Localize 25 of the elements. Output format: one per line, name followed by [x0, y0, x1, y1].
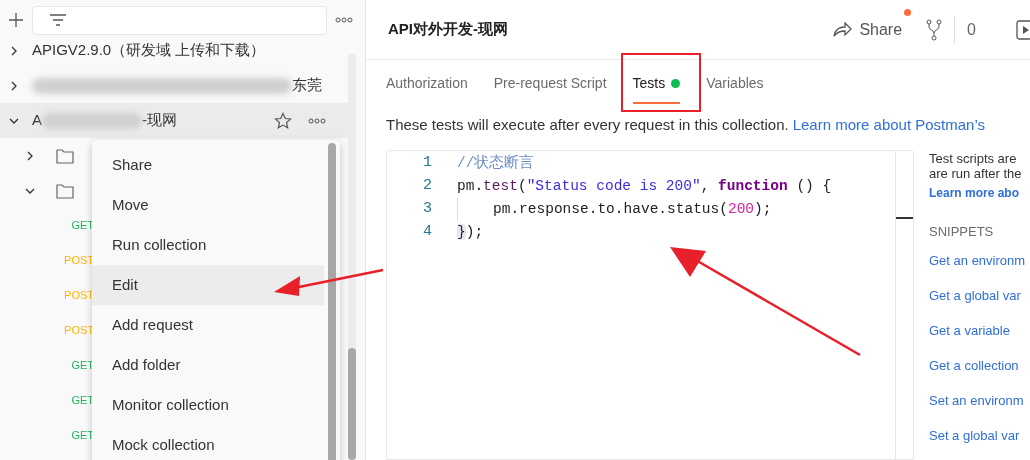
fork-count: 0 — [967, 19, 976, 40]
line-number: 3 — [422, 199, 432, 220]
line-number: 1 — [422, 153, 432, 174]
method-label: POST — [64, 288, 94, 304]
collection-title: API对外开发-现网 — [388, 19, 509, 40]
help-text: Test scripts are — [929, 151, 1018, 166]
snippets-heading: SNIPPETS — [929, 223, 995, 241]
code-line: //状态断言 — [457, 153, 535, 173]
collection-name: APIGV2.9.0（研发域 上传和下载） — [32, 40, 266, 61]
line-number: 4 — [422, 222, 432, 243]
line-number: 2 — [422, 176, 432, 197]
code-line: pm.test("Status code is 200", function () { — [457, 176, 832, 196]
collection-name: -现网 — [142, 110, 177, 131]
collection-name: 东莞 — [292, 75, 322, 96]
method-label: POST — [64, 253, 94, 269]
help-text: are run after the — [929, 166, 1023, 181]
method-label: GET — [71, 428, 94, 444]
code-line: }); — [457, 222, 484, 242]
collection-name: A — [32, 110, 42, 131]
method-label: GET — [71, 393, 94, 409]
method-label: POST — [64, 323, 94, 339]
code-line: pm.response.to.have.status(200); — [493, 199, 772, 219]
method-label: GET — [71, 358, 94, 374]
method-label: GET — [71, 218, 94, 234]
description-text: These tests will execute after every request in this collection. — [386, 114, 789, 135]
